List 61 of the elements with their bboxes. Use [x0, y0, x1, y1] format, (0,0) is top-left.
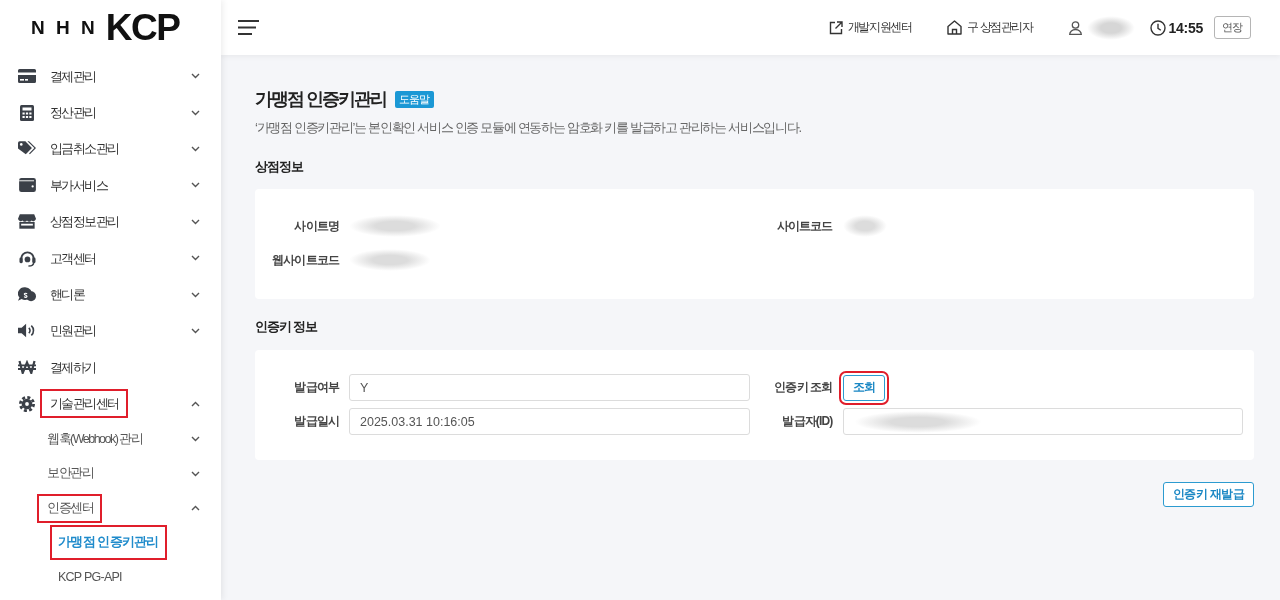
session-timer: 14:55: [1168, 19, 1203, 36]
card-icon: [18, 69, 36, 84]
coin-bubble-icon: [18, 287, 36, 303]
sidebar-item[interactable]: 인증센터: [37, 493, 102, 523]
chevron-up-icon[interactable]: [191, 505, 200, 512]
chevron-down-icon[interactable]: [191, 109, 200, 116]
menu-icon[interactable]: [238, 20, 259, 35]
sidebar-item[interactable]: 고객센터: [40, 243, 105, 273]
clock-icon: [1149, 19, 1166, 36]
section-heading: 상점정보: [255, 159, 303, 175]
user-icon[interactable]: [1068, 20, 1082, 35]
chevron-down-icon[interactable]: [191, 145, 200, 152]
sidebar-item[interactable]: 기술관리센터: [40, 389, 128, 419]
section-heading: 인증키 정보: [255, 319, 318, 335]
sidebar-item[interactable]: 민원관리: [40, 316, 105, 346]
speaker-icon: [18, 323, 36, 339]
sidebar-item[interactable]: 결제관리: [40, 61, 105, 91]
sidebar-item[interactable]: 웹훅(Webhook) 관리: [37, 424, 152, 454]
sidebar-item[interactable]: 결제하기: [40, 352, 105, 382]
reissue-button[interactable]: 인증키 재발급: [1162, 482, 1254, 507]
input-field[interactable]: 2025.03.31 10:16:05: [349, 408, 750, 435]
extend-button[interactable]: 연장: [1214, 16, 1251, 39]
chevron-down-icon[interactable]: [191, 327, 200, 334]
external-link-icon: [828, 20, 843, 35]
gear-icon: [19, 395, 35, 412]
field-label: 사이트명: [293, 217, 339, 235]
page-description: ‘가맹점 인증키관리’는 본인확인 서비스 인증 모듈에 연동하는 암호화 키를 발급하고 관리하는 서비스입니다.: [255, 120, 801, 135]
field-label: 사이트코드: [775, 217, 833, 235]
sidebar-item[interactable]: 핸디론: [40, 280, 94, 310]
chevron-down-icon[interactable]: [191, 470, 200, 477]
input-field[interactable]: [842, 408, 1243, 435]
wallet-icon: [18, 178, 36, 193]
field-label: 발급여부: [293, 379, 339, 396]
chevron-down-icon[interactable]: [191, 182, 200, 189]
input-field[interactable]: Y: [349, 374, 750, 401]
sidebar-item[interactable]: 부가서비스: [40, 170, 117, 200]
won-sign-icon: [18, 360, 36, 375]
sidebar-item[interactable]: 보안관리: [37, 459, 102, 489]
sidebar-item[interactable]: KCP PG-API: [48, 562, 131, 592]
brand-logo[interactable]: N H N KCP: [31, 9, 180, 46]
sidebar-item[interactable]: 입금취소관리: [40, 134, 128, 164]
page-title: 가맹점 인증키관리: [255, 88, 387, 111]
chevron-down-icon[interactable]: [191, 291, 200, 298]
chevron-up-icon[interactable]: [191, 400, 200, 407]
headset-icon: [18, 249, 36, 267]
chevron-down-icon[interactable]: [191, 255, 200, 262]
sidebar-item[interactable]: 가맹점 인증키관리: [50, 525, 167, 561]
field-label: 인증키 조회: [773, 379, 833, 396]
chevron-down-icon[interactable]: [191, 436, 200, 443]
sidebar-item[interactable]: 상점정보관리: [40, 207, 128, 237]
storefront-icon: [18, 214, 36, 230]
field-label: 발급자(ID): [781, 413, 833, 430]
header-link[interactable]: 개발지원센터: [828, 19, 912, 36]
calculator-icon: [20, 104, 34, 121]
field-label: 발급일시: [293, 413, 339, 430]
header-link[interactable]: 구 상점관리자: [947, 19, 1033, 36]
chevron-down-icon[interactable]: [191, 73, 200, 80]
sidebar-item[interactable]: 정산관리: [40, 98, 105, 128]
home-icon: [947, 20, 963, 35]
chevron-down-icon[interactable]: [191, 218, 200, 225]
field-label: 웹사이트코드: [271, 251, 339, 269]
